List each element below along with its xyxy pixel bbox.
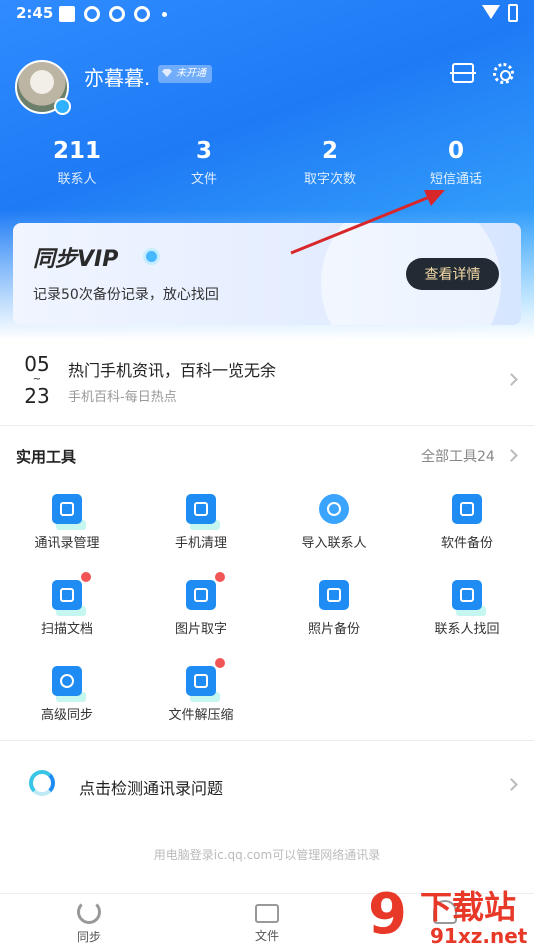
annotation-arrow bbox=[290, 190, 445, 255]
annotation-arrow-line bbox=[290, 194, 433, 255]
